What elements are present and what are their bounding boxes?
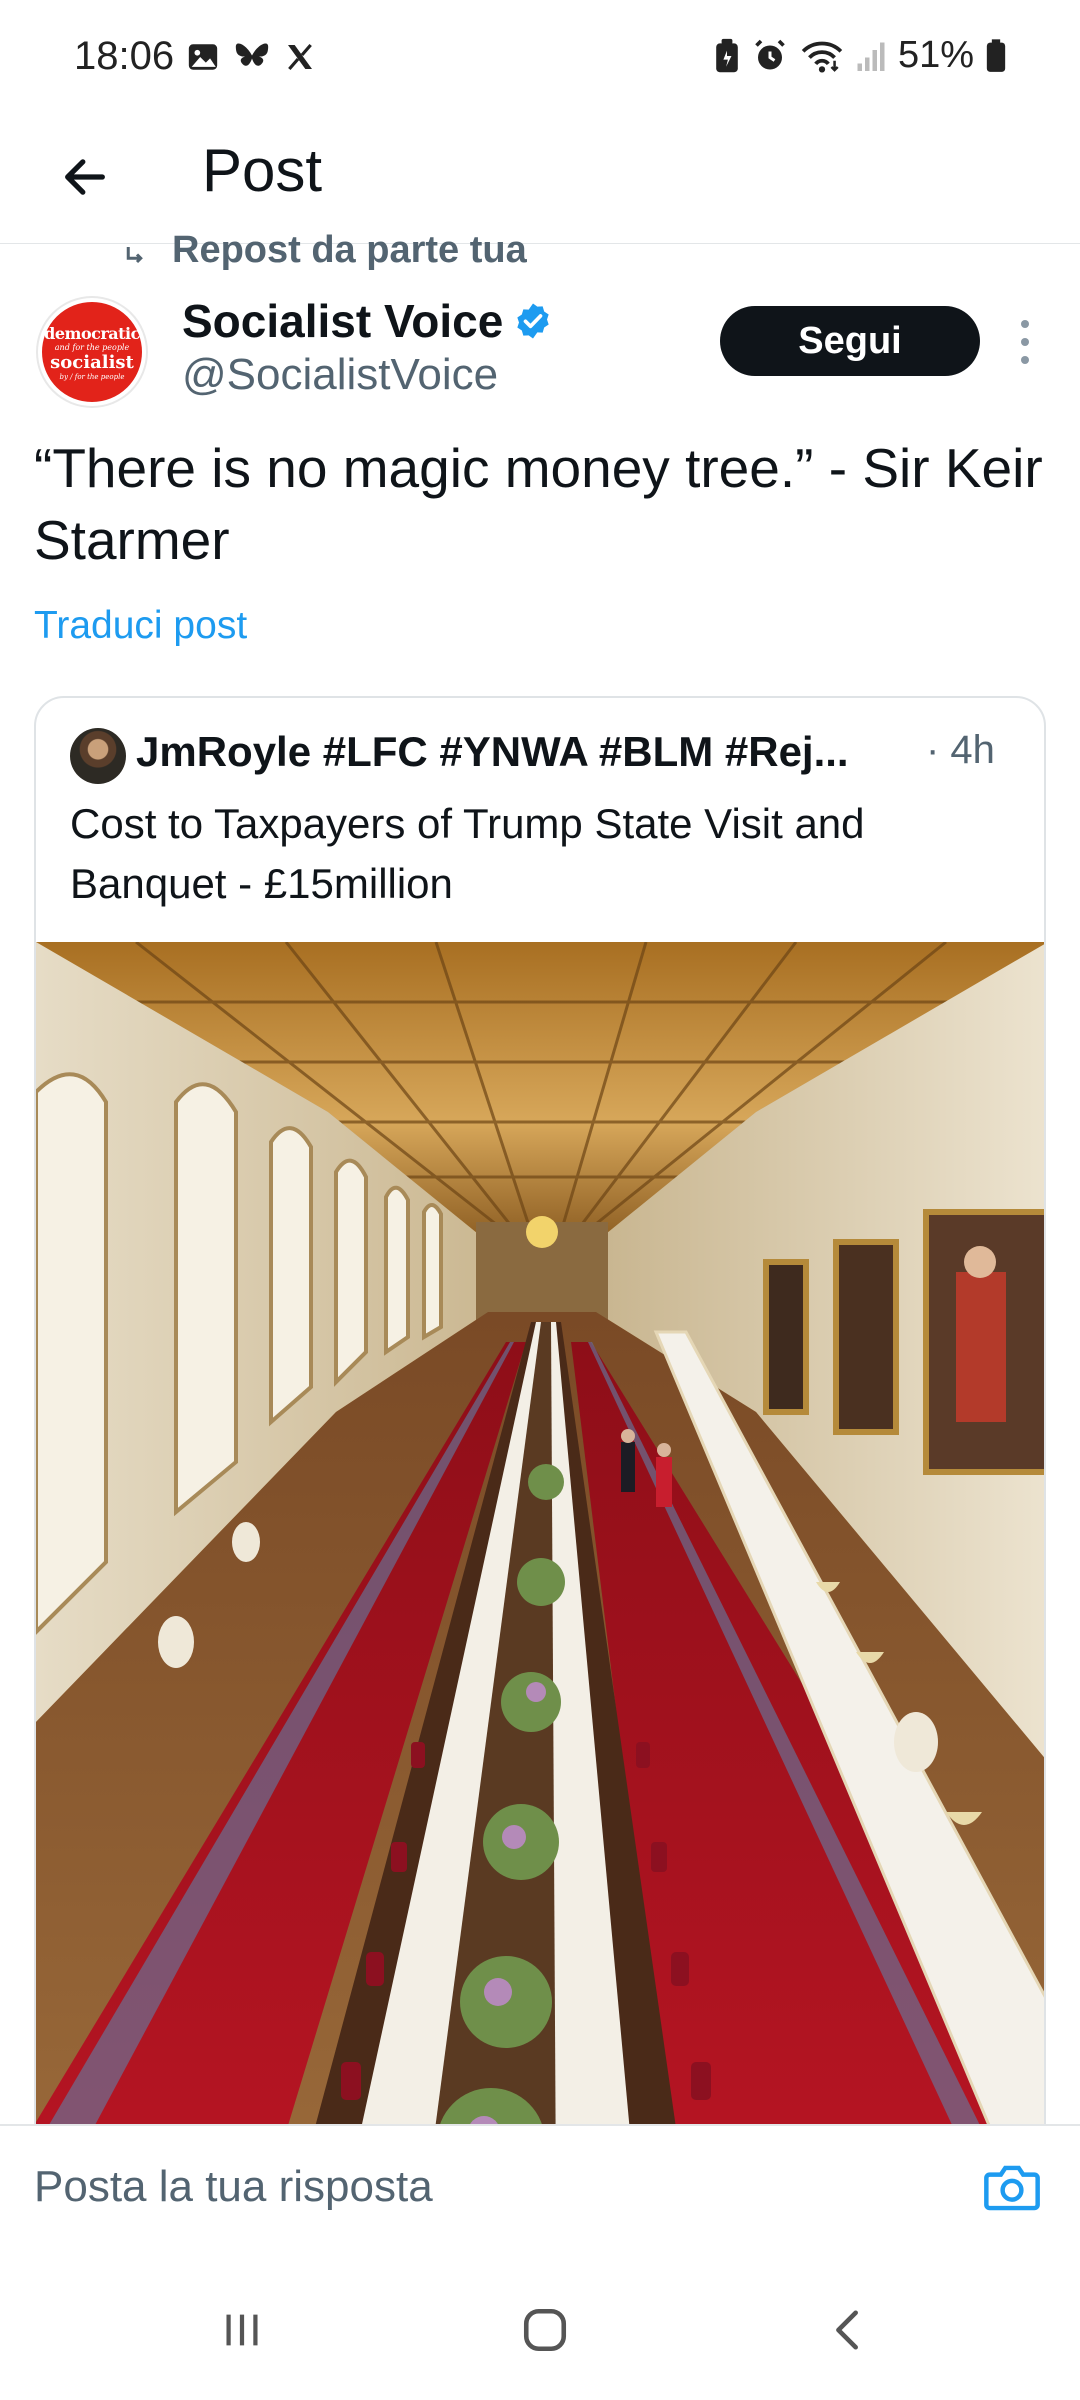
system-navigation-bar xyxy=(0,2250,1080,2400)
post-header: Post xyxy=(0,120,1080,244)
gallery-icon xyxy=(188,44,218,70)
x-icon xyxy=(288,43,312,71)
status-notification-icons xyxy=(186,40,316,74)
battery-percent: 51% xyxy=(897,34,974,76)
reply-bar: Posta la tua risposta xyxy=(0,2124,1080,2253)
quoted-post-card[interactable]: JmRoyle #LFC #YNWA #BLM #Rej... · 4h Cos… xyxy=(34,696,1046,2196)
camera-button[interactable] xyxy=(980,2156,1044,2220)
recent-apps-icon xyxy=(226,2314,258,2346)
translate-post-link[interactable]: Traduci post xyxy=(34,604,247,648)
author-name[interactable]: Socialist Voice xyxy=(182,294,553,348)
more-options-button[interactable] xyxy=(1010,320,1040,364)
post-text: “There is no magic money tree.” - Sir Ke… xyxy=(34,437,1043,571)
banquet-hall-photo[interactable] xyxy=(36,942,1046,2196)
home-button[interactable] xyxy=(505,2290,585,2370)
alarm-icon xyxy=(755,39,785,69)
status-bar: 18:06 51% xyxy=(0,0,1080,120)
repost-indicator[interactable]: Repost da parte tua xyxy=(120,228,527,272)
more-dot-icon xyxy=(1021,320,1029,328)
page-title: Post xyxy=(202,137,323,204)
verified-badge-icon xyxy=(517,303,549,339)
back-nav-button[interactable] xyxy=(808,2290,888,2370)
avatar-logo-text-1: democratic xyxy=(44,323,140,343)
follow-button[interactable]: Segui xyxy=(720,306,980,376)
chevron-left-icon xyxy=(836,2310,858,2350)
author-name-text: Socialist Voice xyxy=(182,295,504,347)
wifi-icon xyxy=(801,41,843,72)
more-dot-icon xyxy=(1021,338,1029,346)
back-button[interactable] xyxy=(50,142,120,212)
quoted-post-text: Cost to Taxpayers of Trump State Visit a… xyxy=(70,800,865,907)
signal-icon xyxy=(857,42,885,71)
quoted-author-name: JmRoyle #LFC #YNWA #BLM #Rej... xyxy=(136,728,849,775)
reply-input[interactable]: Posta la tua risposta xyxy=(34,2162,433,2212)
status-time: 18:06 xyxy=(74,34,175,78)
repost-label: Repost da parte tua xyxy=(172,229,527,271)
bluesky-icon xyxy=(235,43,269,66)
battery-saver-icon xyxy=(716,38,738,72)
battery-icon xyxy=(986,38,1006,72)
avatar-logo-text-2: and for the people xyxy=(54,342,130,352)
status-system-icons: 51% xyxy=(714,34,1006,77)
avatar-logo-text-3: socialist xyxy=(50,351,134,373)
quoted-author-avatar xyxy=(70,728,126,784)
home-icon xyxy=(523,2308,567,2352)
author-handle[interactable]: @SocialistVoice xyxy=(182,350,498,400)
camera-icon xyxy=(984,2165,1040,2211)
repost-icon xyxy=(126,247,143,264)
avatar-logo-text-4: by / for the people xyxy=(59,372,125,381)
arrow-left-icon xyxy=(65,159,105,195)
author-avatar[interactable]: democratic and for the people socialist … xyxy=(38,298,146,406)
recent-apps-button[interactable] xyxy=(202,2290,282,2370)
quoted-post-time: · 4h xyxy=(926,728,995,772)
more-dot-icon xyxy=(1021,356,1029,364)
